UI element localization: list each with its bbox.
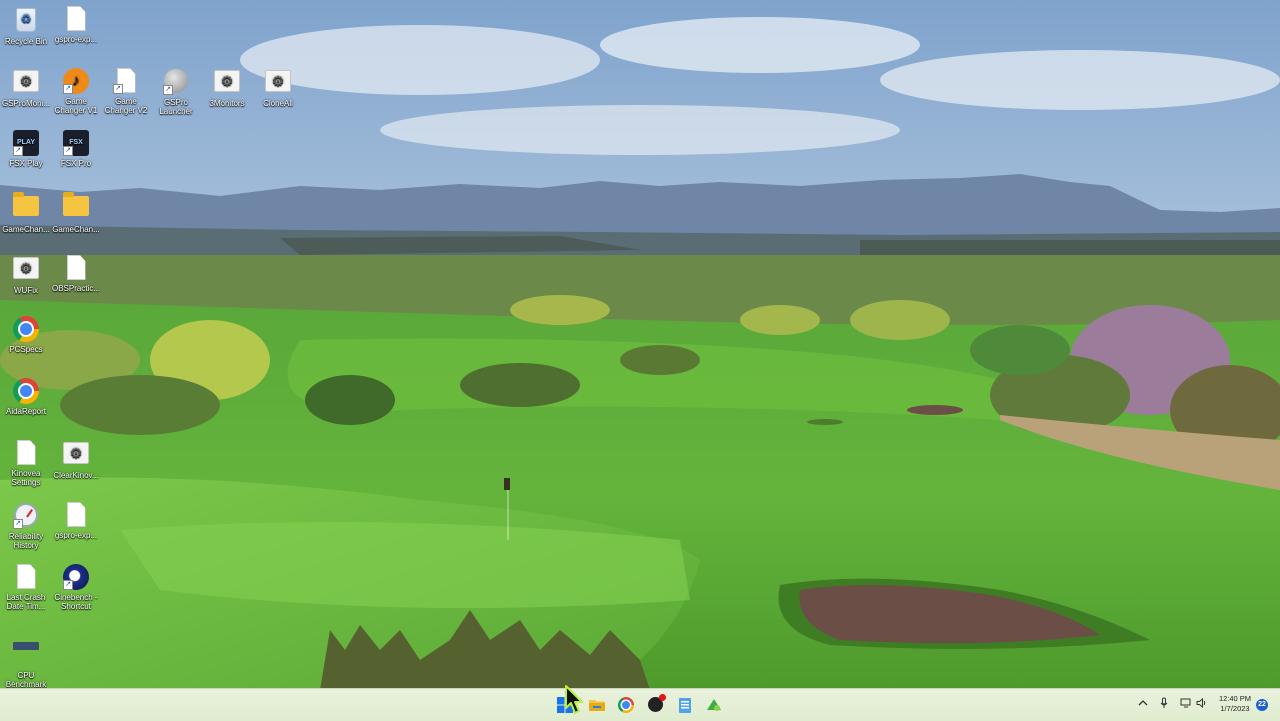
recycle-bin-icon: ♻ — [13, 8, 39, 34]
folder-icon — [63, 192, 89, 222]
desktop-icon-gspro-exp-2[interactable]: gspro-exp... — [50, 502, 102, 540]
desktop-icon-last-crash[interactable]: Last Crash Date Tim... — [0, 564, 52, 611]
notification-badge[interactable]: 22 — [1256, 699, 1268, 711]
desktop-icon-3monitors[interactable]: ⚙ 3Monitors — [201, 68, 253, 108]
gear-file-icon: ⚙ — [13, 70, 39, 96]
gear-file-icon: ⚙ — [13, 257, 39, 283]
cpu-benchmark-icon — [13, 642, 39, 668]
desktop-icon-pcspecs[interactable]: PCSpecs — [0, 316, 52, 354]
microphone-icon[interactable] — [1157, 697, 1171, 711]
taskbar: 12:40 PM 1/7/2023 22 — [0, 688, 1280, 721]
network-icon[interactable] — [1179, 697, 1193, 711]
desktop-icon-gspro-exp-1[interactable]: gspro-exp... — [50, 6, 102, 44]
green-app-icon[interactable] — [705, 696, 723, 714]
desktop-icon-recycle-bin[interactable]: ♻ Recycle Bin — [0, 6, 52, 46]
cinebench-icon: ↗ — [63, 564, 89, 590]
gspro-launcher-icon: ↗ — [163, 69, 189, 95]
gear-file-icon: ⚙ — [214, 70, 240, 96]
chrome-icon — [13, 378, 39, 404]
file-explorer-icon[interactable] — [588, 696, 606, 714]
desktop-icon-kinovea-settings[interactable]: Kinovea Settings — [0, 440, 52, 487]
document-icon — [63, 255, 89, 281]
folder-icon — [13, 192, 39, 222]
clock-date: 1/7/2023 — [1220, 704, 1250, 713]
document-icon — [63, 6, 89, 32]
document-icon — [63, 502, 89, 528]
desktop-icon-gamechan-folder-2[interactable]: GameChan... — [50, 192, 102, 234]
notepad-icon[interactable] — [676, 696, 694, 714]
game-changer-v1-icon: ♪ ↗ — [63, 68, 89, 94]
desktop-icon-gspromoni[interactable]: ⚙ GSProMoni... — [0, 68, 52, 108]
desktop-icon-clearkinov[interactable]: ⚙ ClearKinov... — [50, 440, 102, 480]
desktop-icon-wufix[interactable]: ⚙ WUFix — [0, 255, 52, 295]
desktop-icon-game-changer-v1[interactable]: ♪ ↗ Game Changer V1 — [50, 68, 102, 115]
clock-time: 12:40 PM — [1218, 694, 1252, 703]
desktop-icon-cpu-benchmark[interactable]: CPU Benchmark — [0, 630, 52, 689]
desktop-icon-obspractic[interactable]: OBSPractic... — [50, 255, 102, 293]
document-icon — [13, 564, 39, 590]
fsx-pro-icon: FSX ↗ — [63, 130, 89, 156]
desktop-icon-fsx-play[interactable]: PLAY ↗ FSX Play — [0, 130, 52, 168]
desktop-icon-game-changer-v2[interactable]: ↗ Game Changer V2 — [100, 68, 152, 115]
desktop-icon-aidareport[interactable]: AidaReport — [0, 378, 52, 416]
desktop-icon-cinebench[interactable]: ↗ Cinebench - Shortcut — [50, 564, 102, 611]
gear-file-icon: ⚙ — [265, 70, 291, 96]
chevron-up-icon[interactable] — [1136, 697, 1150, 711]
desktop-icon-fsx-pro[interactable]: FSX ↗ FSX Pro — [50, 130, 102, 168]
document-icon: ↗ — [113, 68, 139, 94]
desktop-icon-cloneall[interactable]: ⚙ CloneAll — [252, 68, 304, 108]
chrome-icon[interactable] — [617, 696, 635, 714]
reliability-monitor-icon: ↗ — [13, 503, 39, 529]
desktop-icon-gspro-launcher[interactable]: ↗ GSPro Launcher — [150, 68, 202, 116]
gear-file-icon: ⚙ — [63, 442, 89, 468]
fsx-play-icon: PLAY ↗ — [13, 130, 39, 156]
speaker-icon[interactable] — [1195, 697, 1209, 711]
system-clock[interactable]: 12:40 PM 1/7/2023 — [1214, 694, 1256, 714]
desktop-icon-reliability-history[interactable]: ↗ Reliability History — [0, 502, 52, 550]
desktop-icon-gamechan-folder-1[interactable]: GameChan... — [0, 192, 52, 234]
mouse-cursor-icon — [565, 685, 583, 714]
record-app-icon[interactable] — [647, 694, 666, 714]
chrome-icon — [13, 316, 39, 342]
document-icon — [13, 440, 39, 466]
